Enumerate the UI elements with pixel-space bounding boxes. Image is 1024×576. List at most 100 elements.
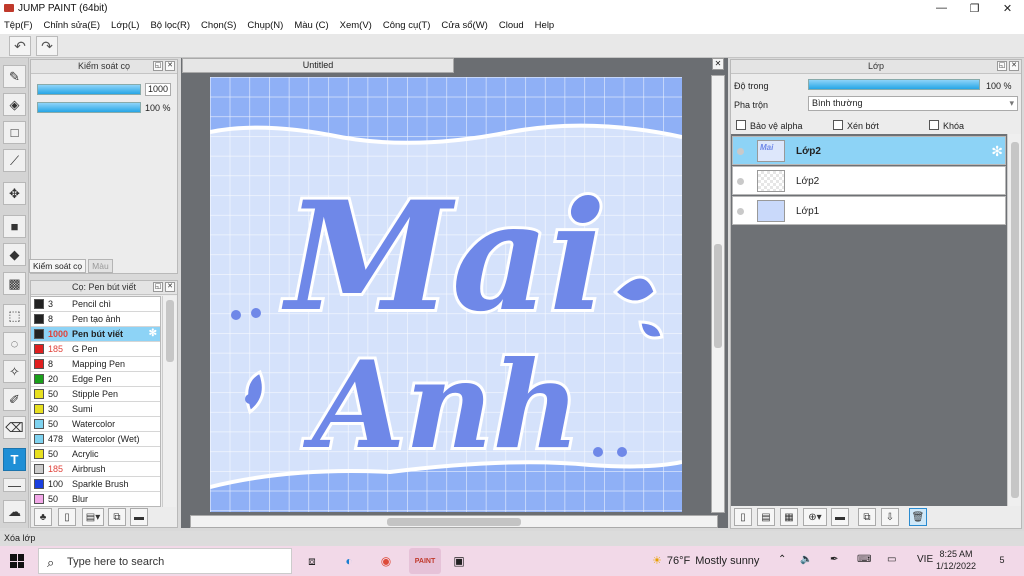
windows-start-icon[interactable] [10, 554, 24, 568]
menu-cloud[interactable]: Cloud [499, 20, 524, 31]
canvas-vertical-scrollbar[interactable] [711, 75, 725, 513]
close-icon[interactable]: ✕ [1009, 61, 1019, 71]
brush-tool[interactable]: ⟋ [3, 149, 26, 172]
undo-button[interactable]: ↶ [9, 36, 31, 56]
opacity-slider[interactable] [37, 102, 141, 113]
float-icon[interactable]: ◱ [153, 282, 163, 292]
new-folder-button[interactable]: ▬ [831, 508, 849, 526]
menu-file[interactable]: Tệp(F) [4, 20, 33, 31]
select-pen-tool[interactable]: ✐ [3, 388, 26, 411]
brush-list-scrollbar[interactable] [162, 296, 176, 507]
gear-icon[interactable]: ✻ [991, 143, 1003, 160]
brush-menu-button[interactable]: ▤▾ [82, 508, 104, 526]
volume-icon[interactable]: 🔈 [800, 554, 812, 565]
brush-item[interactable]: 20 Edge Pen [31, 372, 160, 387]
rectangle-tool[interactable]: □ [3, 121, 26, 144]
menu-tools[interactable]: Công cụ(T) [383, 20, 431, 31]
magic-wand-tool[interactable]: ✧ [3, 360, 26, 383]
document-tab[interactable]: Untitled [182, 58, 454, 73]
layer-row[interactable]: Mai Lớp2 ✻ [732, 136, 1006, 165]
brush-item[interactable]: 185 G Pen [31, 342, 160, 357]
size-slider[interactable] [37, 84, 141, 95]
scroll-thumb[interactable] [1011, 142, 1019, 498]
line-tool[interactable]: — [3, 478, 26, 493]
weather-widget[interactable]: ☀ 76°F Mostly sunny [652, 554, 759, 568]
task-view-icon[interactable]: ⧈ [302, 552, 322, 570]
brush-add-button[interactable]: ♣ [34, 508, 52, 526]
brush-item[interactable]: 8 Mapping Pen [31, 357, 160, 372]
pen-tool[interactable]: ✎ [3, 65, 26, 88]
menu-help[interactable]: Help [535, 20, 555, 31]
scroll-thumb[interactable] [714, 244, 722, 348]
select-eraser-tool[interactable]: ⌫ [3, 416, 26, 439]
blend-mode-select[interactable]: Bình thường ▾ [808, 96, 1018, 111]
brush-item[interactable]: 3 Pencil chì [31, 297, 160, 312]
close-icon[interactable]: ✕ [165, 282, 175, 292]
visibility-toggle[interactable] [737, 208, 744, 215]
cloud-tool[interactable]: ☁ [3, 500, 26, 523]
scroll-thumb[interactable] [166, 300, 174, 362]
eraser-tool[interactable]: ◈ [3, 93, 26, 116]
delete-layer-button[interactable]: 🗑 [909, 508, 927, 526]
redo-button[interactable]: ↷ [36, 36, 58, 56]
duplicate-layer-button[interactable]: ⧉ [858, 508, 876, 526]
clock[interactable]: 8:25 AM 1/12/2022 [936, 548, 976, 572]
float-icon[interactable]: ◱ [997, 61, 1007, 71]
bucket-tool[interactable]: ◆ [3, 243, 26, 266]
tab-color[interactable]: Màu [88, 259, 113, 273]
menu-edit[interactable]: Chỉnh sửa(E) [44, 20, 101, 31]
layer-row[interactable]: Lớp1 [732, 196, 1006, 225]
notification-icon[interactable]: 5 [994, 552, 1010, 568]
fill-shape-tool[interactable]: ■ [3, 215, 26, 238]
display-icon[interactable]: ▭ [887, 554, 896, 565]
keyboard-icon[interactable]: ⌨ [857, 554, 871, 565]
brush-copy-button[interactable]: ⧉ [108, 508, 126, 526]
close-button[interactable]: ✕ [991, 0, 1024, 16]
brush-folder-button[interactable]: ▬ [130, 508, 148, 526]
brush-item[interactable]: 1000 Pen bút viết ✻ [31, 327, 160, 342]
document-close-button[interactable]: ✕ [712, 58, 724, 70]
brush-item[interactable]: 50 Stipple Pen [31, 387, 160, 402]
brush-item[interactable]: 8 Pen tạo ảnh [31, 312, 160, 327]
close-icon[interactable]: ✕ [165, 61, 175, 71]
menu-select[interactable]: Chọn(S) [201, 20, 236, 31]
menu-capture[interactable]: Chụp(N) [247, 20, 283, 31]
layer-list-scrollbar[interactable] [1007, 134, 1021, 506]
text-tool[interactable]: T [3, 448, 26, 471]
input-language[interactable]: VIE [917, 554, 933, 565]
minimize-button[interactable]: — [925, 0, 958, 16]
protect-alpha-checkbox[interactable] [736, 120, 746, 130]
brush-item[interactable]: 50 Acrylic [31, 447, 160, 462]
brush-item[interactable]: 50 Watercolor [31, 417, 160, 432]
new-layer-1bit-button[interactable]: ▦ [780, 508, 798, 526]
clipping-checkbox[interactable] [833, 120, 843, 130]
jump-paint-taskbar-icon[interactable]: PAINT [409, 548, 441, 574]
app-window-icon[interactable]: ▣ [449, 552, 469, 570]
edge-browser-icon[interactable]: ◐ [339, 552, 359, 570]
drawing-canvas[interactable]: Mai Anh [210, 77, 682, 512]
new-layer-menu-button[interactable]: ⊕▾ [803, 508, 827, 526]
pen-icon[interactable]: ✒ [830, 554, 838, 565]
canvas-horizontal-scrollbar[interactable] [190, 515, 718, 528]
brush-item[interactable]: 50 Blur [31, 492, 160, 506]
tab-brush-control[interactable]: Kiểm soát cọ [29, 259, 87, 273]
taskbar-search[interactable]: ⌕ Type here to search [38, 548, 292, 574]
gear-icon[interactable]: ✻ [149, 328, 157, 339]
layer-row[interactable]: Lớp2 [732, 166, 1006, 195]
gradient-tool[interactable]: ▩ [3, 272, 26, 295]
scroll-thumb[interactable] [387, 518, 521, 526]
menu-filter[interactable]: Bộ lọc(R) [150, 20, 190, 31]
brush-item[interactable]: 30 Sumi [31, 402, 160, 417]
lasso-tool[interactable]: ◌ [3, 332, 26, 355]
float-icon[interactable]: ◱ [153, 61, 163, 71]
brush-item[interactable]: 478 Watercolor (Wet) [31, 432, 160, 447]
size-value[interactable]: 1000 [145, 83, 171, 96]
lock-checkbox[interactable] [929, 120, 939, 130]
menu-view[interactable]: Xem(V) [340, 20, 372, 31]
new-layer-button[interactable]: ▯ [734, 508, 752, 526]
menu-window[interactable]: Cửa sổ(W) [441, 20, 487, 31]
merge-layer-button[interactable]: ⇩ [881, 508, 899, 526]
brush-item[interactable]: 100 Sparkle Brush [31, 477, 160, 492]
visibility-toggle[interactable] [737, 148, 744, 155]
brush-item[interactable]: 185 Airbrush [31, 462, 160, 477]
